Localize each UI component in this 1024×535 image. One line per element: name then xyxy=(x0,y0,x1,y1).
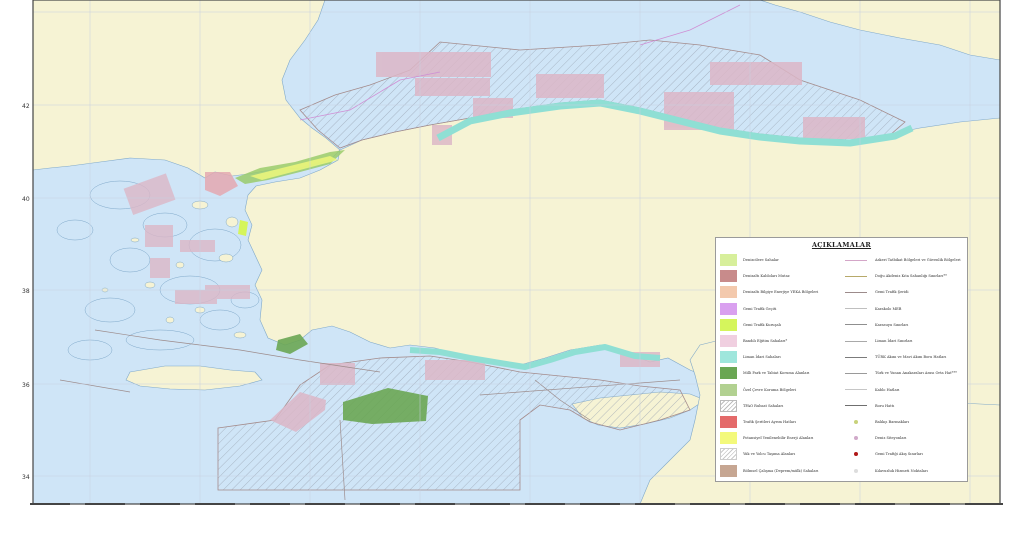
legend-label: Liman İdari Sınırları xyxy=(874,339,913,344)
legend-label: Karakolo MEB xyxy=(874,306,902,311)
legend-area-item: Trafik Şeritleri Ayrım Hatları xyxy=(720,414,843,430)
legend-label: Kablo Hatları xyxy=(874,387,900,392)
legend-area-item: Yük ve Yolcu Taşıma Alanları xyxy=(720,446,843,462)
legend-swatch xyxy=(720,335,737,348)
legend-area-item: Potansiyel Yenilenebilir Enerji Alanları xyxy=(720,430,843,446)
legend-line-symbol xyxy=(843,400,869,412)
legend-swatch xyxy=(720,286,737,299)
legend-area-item: Bölmsel Çalışma (Deprem/mülk) Sahaları xyxy=(720,462,843,478)
legend-label: Denizaltı Bilgiye Enerjiye YEKA Bölgeler… xyxy=(743,290,819,295)
legend-label: TÜRK Akını ve Mavi Akım Boru Hatları xyxy=(874,355,947,360)
legend-area-item: Bandılı Eğitim Sahaları* xyxy=(720,333,843,349)
legend-line-item: Deniz Siteyonları xyxy=(843,430,963,446)
legend-swatch xyxy=(720,270,737,283)
legend-line-item: TÜRK Akını ve Mavi Akım Boru Hatları xyxy=(843,349,963,365)
legend-area-item: Denizaltı Bilgiye Enerjiye YEKA Bölgeler… xyxy=(720,284,843,300)
lat-label-42: 42 xyxy=(22,103,30,110)
legend-point-symbol xyxy=(843,432,869,444)
legend-line-item: Karasuyu Sınırları xyxy=(843,317,963,333)
legend-area-item: Liman İdari Sahaları xyxy=(720,349,843,365)
legend-area-item: Özel Çevre Koruma Bölgeleri xyxy=(720,382,843,398)
legend-line-symbol xyxy=(843,384,869,396)
legend-label: Potansiyel Yenilenebilir Enerji Alanları xyxy=(743,436,814,441)
legend-area-item: Denizcilere Sahalar xyxy=(720,252,843,268)
legend-label: Özel Çevre Koruma Bölgeleri xyxy=(743,387,797,392)
legend-swatch xyxy=(720,432,737,445)
legend-swatch xyxy=(720,383,737,396)
legend-label: Bandılı Eğitim Sahaları* xyxy=(743,339,788,344)
legend-area-item: Gemi Trafik Kuruşalı xyxy=(720,317,843,333)
legend-line-symbol xyxy=(843,270,869,282)
legend-area-item: Gemi Trafik Geçiti xyxy=(720,301,843,317)
legend-label: Gemi Trafiği Akış Sınırları xyxy=(874,452,923,457)
legend-label: Deniz Siteyonları xyxy=(874,436,907,441)
legend-label: Trafik Şeritleri Ayrım Hatları xyxy=(743,419,796,424)
legend-line-item: Kılavuzluk Hizmeti Noktaları xyxy=(843,462,963,478)
map-legend: AÇIKLAMALAR Denizcilere Sahalar Denizaltı… xyxy=(715,237,968,482)
legend-line-item: Gemi Trafiği Akış Sınırları xyxy=(843,446,963,462)
legend-label: Türk ve Yunan Anakaraları Arası Orta Hat… xyxy=(874,371,957,376)
legend-line-symbol xyxy=(843,303,869,315)
legend-swatch xyxy=(720,367,737,380)
lat-label-40: 40 xyxy=(22,196,30,203)
legend-swatch xyxy=(720,318,737,331)
legend-label: Milli Park ve Tabiat Koruma Alanları xyxy=(743,371,810,376)
lat-label-36: 36 xyxy=(22,382,30,389)
lat-label-34: 34 xyxy=(22,474,30,481)
legend-point-symbol xyxy=(843,465,869,477)
legend-area-column: Denizcilere Sahalar Denizaltı Kabloları M… xyxy=(720,252,843,479)
legend-label: TPAO Ruhsat Sahaları xyxy=(743,403,784,408)
legend-line-column: Askeri Tatbikat Bölgeleri ve Güvenlik Bö… xyxy=(843,252,963,479)
legend-label: Kılavuzluk Hizmeti Noktaları xyxy=(874,468,928,473)
legend-label: Karasuyu Sınırları xyxy=(874,322,909,327)
legend-line-item: Kablo Hatları xyxy=(843,382,963,398)
legend-label: Gemi Trafik Geçiti xyxy=(743,306,777,311)
legend-area-item: Milli Park ve Tabiat Koruma Alanları xyxy=(720,365,843,381)
legend-line-item: Liman İdari Sınırları xyxy=(843,333,963,349)
legend-line-item: Türk ve Yunan Anakaraları Arası Orta Hat… xyxy=(843,365,963,381)
legend-swatch xyxy=(720,351,737,364)
legend-line-item: Doğu Akdeniz Kıta Sahanlığı Sınırları** xyxy=(843,268,963,284)
lat-label-38: 38 xyxy=(22,288,30,295)
legend-area-item: Denizaltı Kabloları Mutaz xyxy=(720,268,843,284)
legend-label: Boru Hattı xyxy=(874,403,895,408)
legend-label: Balıkçı Barınakları xyxy=(874,419,909,424)
legend-line-item: Askeri Tatbikat Bölgeleri ve Güvenlik Bö… xyxy=(843,252,963,268)
legend-area-item: TPAO Ruhsat Sahaları xyxy=(720,398,843,414)
legend-label: Askeri Tatbikat Bölgeleri ve Güvenlik Bö… xyxy=(874,258,961,263)
legend-swatch xyxy=(720,415,737,428)
legend-line-symbol xyxy=(843,286,869,298)
legend-point-symbol xyxy=(843,416,869,428)
legend-label: Gemi Trafik Şeridi xyxy=(874,290,909,295)
legend-line-symbol xyxy=(843,335,869,347)
legend-label: Yük ve Yolcu Taşıma Alanları xyxy=(743,452,796,457)
legend-swatch xyxy=(720,464,737,477)
legend-swatch xyxy=(720,254,737,267)
legend-title: AÇIKLAMALAR xyxy=(811,241,872,249)
legend-label: Gemi Trafik Kuruşalı xyxy=(743,322,781,327)
legend-line-symbol xyxy=(843,367,869,379)
legend-swatch xyxy=(720,302,737,315)
legend-label: Doğu Akdeniz Kıta Sahanlığı Sınırları** xyxy=(874,274,947,279)
legend-line-symbol xyxy=(843,254,869,266)
legend-line-symbol xyxy=(843,351,869,363)
legend-swatch xyxy=(720,399,737,412)
legend-line-item: Gemi Trafik Şeridi xyxy=(843,284,963,300)
legend-label: Bölmsel Çalışma (Deprem/mülk) Sahaları xyxy=(743,468,819,473)
legend-label: Liman İdari Sahaları xyxy=(743,355,781,360)
legend-line-item: Balıkçı Barınakları xyxy=(843,414,963,430)
legend-point-symbol xyxy=(843,448,869,460)
legend-swatch xyxy=(720,448,737,461)
legend-line-symbol xyxy=(843,319,869,331)
legend-label: Denizcilere Sahalar xyxy=(743,258,779,263)
legend-line-item: Karakolo MEB xyxy=(843,301,963,317)
legend-label: Denizaltı Kabloları Mutaz xyxy=(743,274,790,279)
legend-line-item: Boru Hattı xyxy=(843,398,963,414)
